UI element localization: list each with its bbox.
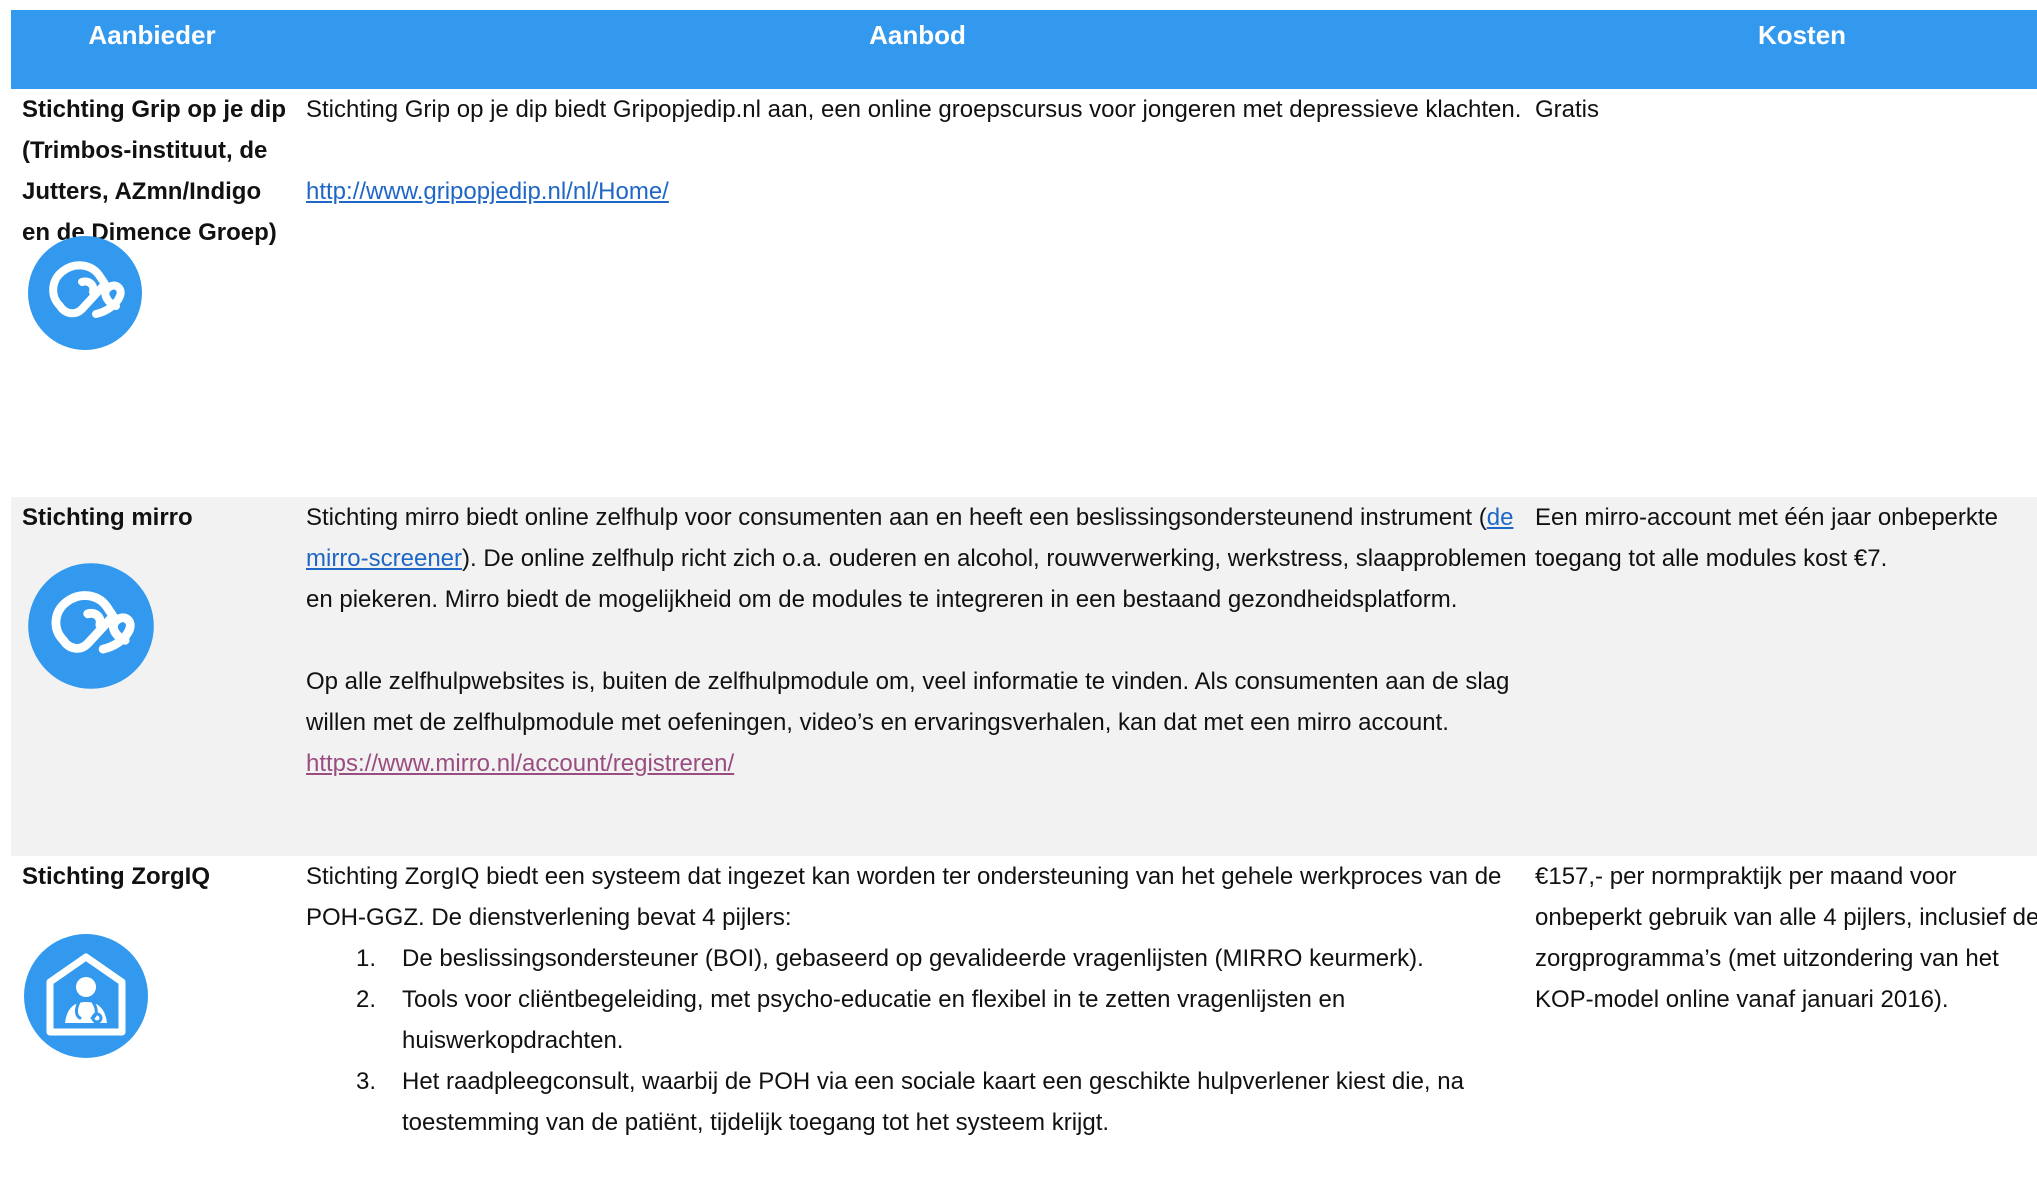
offer-cell: Stichting mirro biedt online zelfhulp vo… (306, 497, 1531, 784)
cost-text: €157,- per normpraktijk per maand voor o… (1535, 863, 2037, 1013)
provider-cell: Stichting ZorgIQ (22, 856, 292, 897)
offer-text-second: Op alle zelfhulpwebsites is, buiten de z… (306, 668, 1510, 736)
table-row-grip: Stichting Grip op je dip (Trimbos-instit… (11, 89, 2037, 477)
list-number: 1. (356, 945, 377, 972)
pillar-list: 1. De beslissingsondersteuner (BOI), geb… (306, 938, 1531, 1143)
list-text: De beslissingsondersteuner (BOI), gebase… (402, 945, 1424, 972)
list-item: 2. Tools voor cliëntbegeleiding, met psy… (306, 979, 1531, 1061)
provider-name: Stichting mirro (22, 504, 193, 531)
home-doctor-icon (22, 932, 150, 1060)
list-number: 3. (356, 1068, 377, 1095)
list-text: Tools voor cliëntbegeleiding, met psycho… (402, 986, 1346, 1054)
mouse-icon (26, 234, 144, 352)
offer-link[interactable]: http://www.gripopjedip.nl/nl/Home/ (306, 178, 669, 205)
offer-cell: Stichting Grip op je dip biedt Gripopjed… (306, 89, 1531, 212)
header-offer: Aanbod (869, 20, 966, 50)
cost-text: Gratis (1535, 96, 1600, 123)
list-item: 3. Het raadpleegconsult, waarbij de POH … (306, 1061, 1531, 1143)
offer-text: Stichting Grip op je dip biedt Gripopjed… (306, 96, 1522, 123)
offer-text-before-link: Stichting mirro biedt online zelfhulp vo… (306, 504, 1487, 531)
cost-cell: Gratis (1535, 89, 2037, 130)
provider-cell: Stichting mirro (22, 497, 292, 538)
provider-name: Stichting Grip op je dip (Trimbos-instit… (22, 96, 286, 246)
cost-cell: Een mirro-account met één jaar onbeperkt… (1535, 497, 2037, 579)
list-text: Het raadpleegconsult, waarbij de POH via… (402, 1068, 1464, 1136)
offer-cell: Stichting ZorgIQ biedt een systeem dat i… (306, 856, 1531, 1143)
mouse-icon (26, 561, 156, 691)
provider-cell: Stichting Grip op je dip (Trimbos-instit… (22, 89, 292, 253)
list-item: 1. De beslissingsondersteuner (BOI), geb… (306, 938, 1531, 979)
offer-intro: Stichting ZorgIQ biedt een systeem dat i… (306, 863, 1502, 931)
table-header: Aanbieder Aanbod Kosten (11, 8, 2037, 91)
provider-name: Stichting ZorgIQ (22, 863, 210, 890)
registration-link[interactable]: https://www.mirro.nl/account/registreren… (306, 750, 734, 777)
offer-text-after-link: ). De online zelfhulp richt zich o.a. ou… (306, 545, 1527, 613)
header-provider: Aanbieder (88, 20, 216, 50)
provider-table: Aanbieder Aanbod Kosten Stichting Grip o… (0, 0, 2037, 1189)
cost-text: Een mirro-account met één jaar onbeperkt… (1535, 504, 1998, 572)
cost-cell: €157,- per normpraktijk per maand voor o… (1535, 856, 2037, 1020)
header-cost: Kosten (1757, 20, 1847, 50)
list-number: 2. (356, 986, 377, 1013)
table-row-zorgiq: Stichting ZorgIQ Stichting ZorgIQ biedt … (11, 856, 2037, 1189)
table-row-mirro: Stichting mirro Stichting mirro biedt on… (11, 497, 2037, 857)
